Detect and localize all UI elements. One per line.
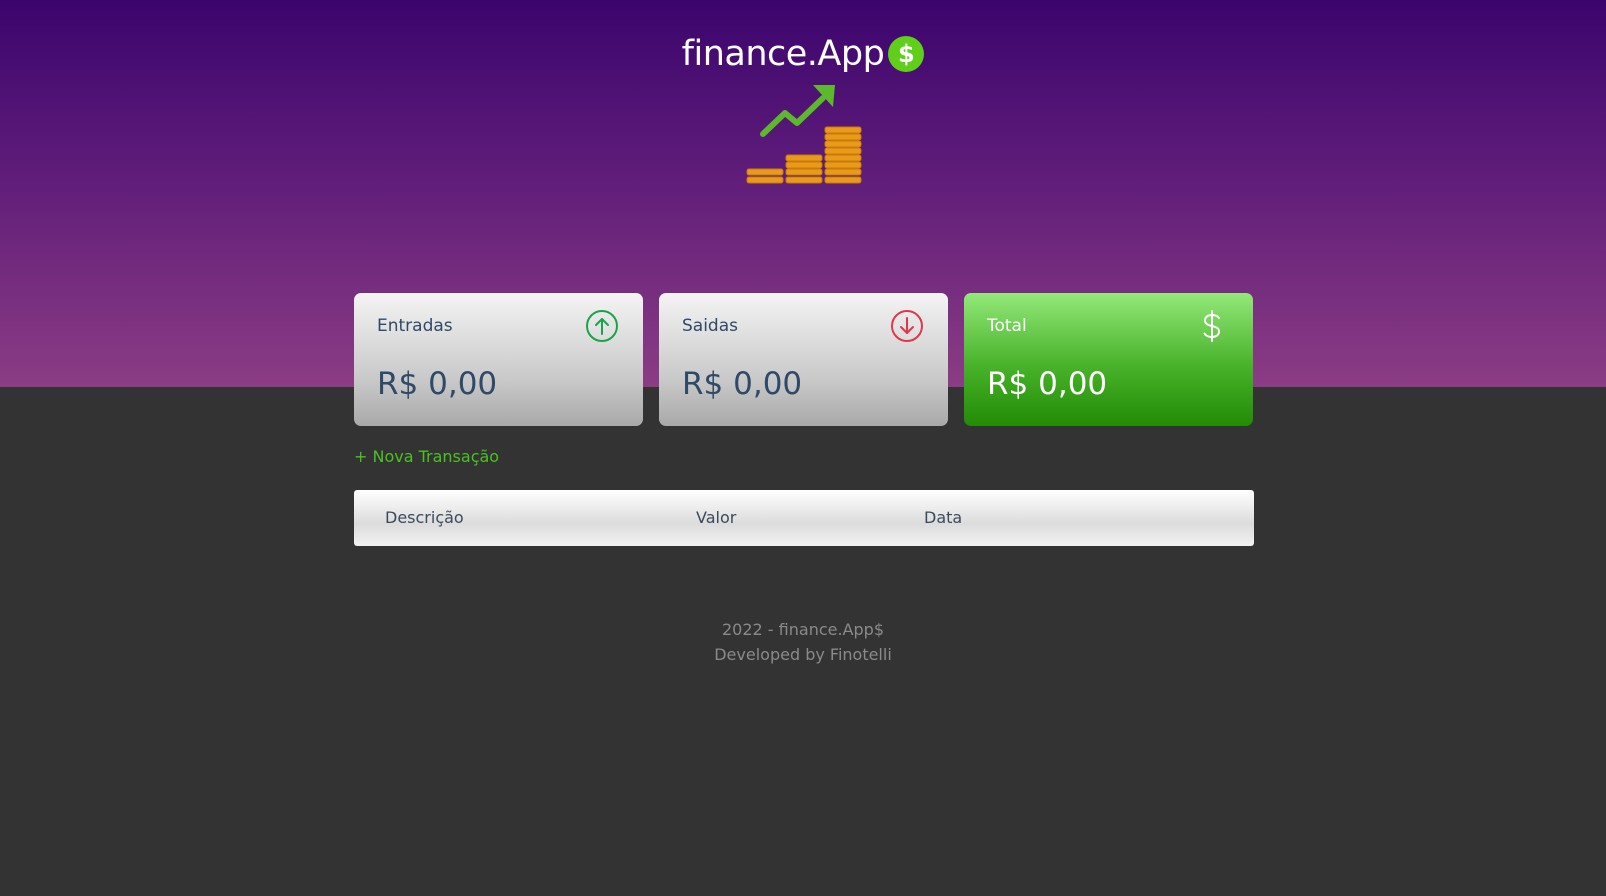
card-title: Saidas xyxy=(682,316,738,336)
column-header-descricao: Descrição xyxy=(385,508,464,527)
chart-coins-icon xyxy=(746,85,862,184)
card-entradas: Entradas R$ 0,00 xyxy=(354,293,643,426)
summary-cards: Entradas R$ 0,00 Saidas R$ 0,00 Total R$… xyxy=(354,293,1254,426)
dollar-icon xyxy=(1203,310,1221,342)
transactions-table-header: Descrição Valor Data xyxy=(354,490,1254,546)
footer: 2022 - finance.App$ Developed by Finotel… xyxy=(0,617,1606,667)
footer-copyright: 2022 - finance.App$ xyxy=(722,620,884,639)
arrow-down-circle-icon xyxy=(891,310,923,342)
arrow-up-circle-icon xyxy=(586,310,618,342)
card-title: Entradas xyxy=(377,316,453,336)
column-header-valor: Valor xyxy=(696,508,737,527)
card-value: R$ 0,00 xyxy=(987,366,1108,402)
card-total: Total R$ 0,00 xyxy=(964,293,1253,426)
brand: finance.App $ xyxy=(0,34,1606,74)
card-title: Total xyxy=(987,316,1027,336)
dollar-badge-icon: $ xyxy=(888,36,925,72)
column-header-data: Data xyxy=(924,508,963,527)
brand-title: finance.App xyxy=(681,34,885,74)
footer-credits: Developed by Finotelli xyxy=(714,645,892,664)
new-transaction-link[interactable]: + Nova Transação xyxy=(354,447,499,466)
card-value: R$ 0,00 xyxy=(682,366,803,402)
card-value: R$ 0,00 xyxy=(377,366,498,402)
card-saidas: Saidas R$ 0,00 xyxy=(659,293,948,426)
